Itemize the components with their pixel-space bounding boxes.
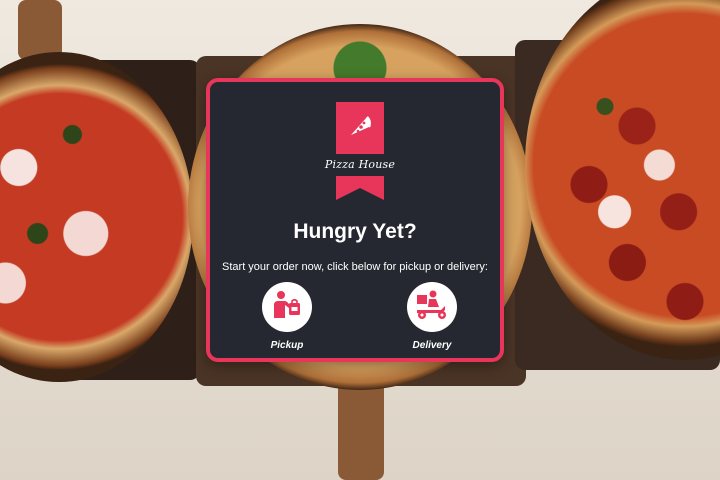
logo-badge — [336, 102, 384, 154]
delivery-scooter-icon — [414, 288, 450, 327]
modal-title: Hungry Yet? — [293, 220, 417, 243]
delivery-label[interactable]: Delivery — [397, 340, 467, 351]
pickup-person-bag-icon — [270, 288, 304, 327]
pickup-label[interactable]: Pickup — [252, 340, 322, 351]
delivery-option[interactable]: Delivery — [397, 282, 467, 354]
modal-subtitle: Start your order now, click below for pi… — [222, 261, 488, 273]
pizza-slice-icon — [347, 113, 373, 144]
brand-name: Pizza House — [324, 158, 396, 171]
brand-logo: Pizza House — [325, 102, 395, 200]
peel-handle — [18, 0, 62, 60]
pickup-option[interactable]: Pickup — [252, 282, 322, 354]
order-modal: Pizza House Hungry Yet? Start your order… — [206, 78, 504, 362]
delivery-button[interactable] — [407, 282, 457, 332]
pickup-button[interactable] — [262, 282, 312, 332]
logo-ribbon — [336, 176, 384, 200]
